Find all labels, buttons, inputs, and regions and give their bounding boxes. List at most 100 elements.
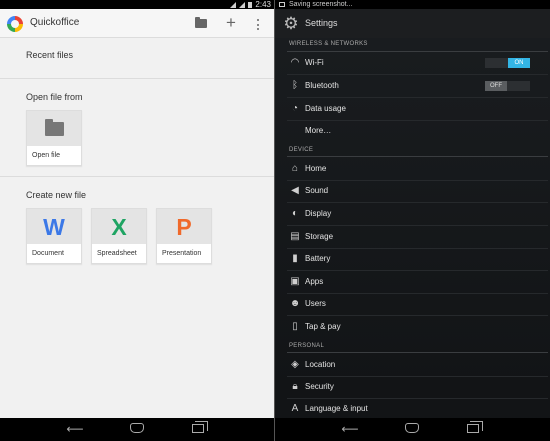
app-toolbar: Quickoffice +	[0, 9, 275, 38]
gear-icon[interactable]: ⚙	[283, 15, 299, 32]
document-icon: W	[43, 214, 65, 240]
settings-item-display[interactable]: ◐ Display	[275, 203, 550, 225]
settings-title: Settings	[305, 18, 338, 28]
settings-item-users[interactable]: ☻ Users	[275, 293, 550, 315]
settings-item-battery[interactable]: ▮ Battery	[275, 248, 550, 270]
settings-item-apps[interactable]: ▣ Apps	[275, 271, 550, 293]
lock-icon: 🔒︎	[292, 381, 298, 392]
status-bar: 2:43	[0, 0, 275, 9]
settings-item-label: Battery	[305, 254, 331, 263]
spreadsheet-icon: X	[111, 214, 127, 240]
document-label: Document	[32, 250, 64, 257]
status-time: 2:43	[255, 0, 271, 9]
settings-item-label: Data usage	[305, 104, 346, 113]
back-icon[interactable]: ⟵	[65, 423, 85, 435]
section-divider	[0, 176, 275, 177]
settings-item-label: Language & input	[305, 404, 368, 413]
settings-item-label: Home	[305, 164, 327, 173]
recent-files-heading[interactable]: Recent files	[26, 50, 73, 60]
settings-item-more[interactable]: More…	[275, 120, 550, 142]
settings-item-label: Bluetooth	[305, 81, 339, 90]
apps-icon: ▣	[290, 276, 300, 287]
home-button-icon[interactable]	[403, 423, 421, 435]
wifi-signal-icon	[230, 1, 237, 8]
toggle-state: ON	[508, 58, 530, 68]
bluetooth-icon: ᛒ	[292, 80, 298, 91]
recent-apps-icon[interactable]	[190, 421, 208, 435]
new-spreadsheet-card[interactable]: X Spreadsheet	[91, 208, 147, 264]
cell-signal-icon	[239, 1, 246, 8]
overflow-menu-icon[interactable]	[257, 19, 260, 30]
settings-item-label: Tap & pay	[305, 322, 341, 331]
settings-item-label: Display	[305, 209, 332, 218]
settings-item-language[interactable]: A Language & input	[275, 398, 550, 420]
settings-item-label: Location	[305, 360, 336, 369]
toggle-state: OFF	[485, 81, 507, 91]
users-icon: ☻	[289, 298, 301, 309]
settings-item-bluetooth[interactable]: ᛒ Bluetooth OFF	[275, 75, 550, 97]
home-button-icon[interactable]	[128, 423, 146, 435]
data-usage-icon: ◔	[291, 103, 299, 114]
create-new-file-heading: Create new file	[26, 190, 87, 200]
status-bar: Saving screenshot...	[275, 0, 550, 9]
settings-item-label: Users	[305, 299, 326, 308]
settings-item-security[interactable]: 🔒︎ Security	[275, 376, 550, 398]
screenshot-icon	[279, 2, 285, 7]
settings-action-bar: ⚙ Settings	[275, 9, 550, 38]
section-divider	[0, 78, 275, 79]
app-title: Quickoffice	[30, 17, 80, 28]
settings-item-home[interactable]: ⌂ Home	[275, 158, 550, 180]
wifi-icon: ◠	[290, 57, 300, 68]
settings-item-data-usage[interactable]: ◔ Data usage	[275, 98, 550, 120]
wifi-toggle[interactable]: ON	[485, 58, 530, 68]
card-thumbnail: X	[92, 209, 146, 244]
folder-icon	[45, 119, 64, 136]
navigation-bar: ⟵	[0, 418, 275, 441]
bluetooth-toggle[interactable]: OFF	[485, 81, 530, 91]
back-icon[interactable]: ⟵	[340, 423, 360, 435]
battery-status-icon	[248, 1, 253, 8]
add-icon[interactable]: +	[224, 14, 238, 32]
open-file-label: Open file	[32, 152, 61, 159]
card-thumbnail: W	[27, 209, 81, 244]
status-text: Saving screenshot...	[289, 1, 353, 8]
settings-item-location[interactable]: ◈ Location	[275, 354, 550, 376]
settings-item-label: Apps	[305, 277, 324, 286]
new-document-card[interactable]: W Document	[26, 208, 82, 264]
card-thumbnail: P	[157, 209, 211, 244]
quickoffice-logo-icon	[7, 16, 23, 32]
folder-icon[interactable]	[195, 17, 207, 28]
recent-apps-icon[interactable]	[465, 421, 483, 435]
battery-icon: ▮	[292, 253, 298, 264]
presentation-label: Presentation	[162, 250, 202, 257]
navigation-bar: ⟵	[275, 418, 550, 441]
location-icon: ◈	[291, 359, 299, 370]
presentation-icon: P	[176, 214, 192, 240]
settings-item-tap-pay[interactable]: ▯ Tap & pay	[275, 316, 550, 338]
sound-icon: ◀	[291, 185, 299, 196]
open-file-card[interactable]: Open file	[26, 110, 82, 166]
settings-item-label: Security	[305, 382, 334, 391]
tap-pay-icon: ▯	[292, 321, 298, 332]
section-header-device: DEVICE	[289, 147, 314, 153]
settings-item-label: Wi-Fi	[305, 58, 324, 67]
spreadsheet-label: Spreadsheet	[97, 250, 137, 257]
settings-item-storage[interactable]: ▤ Storage	[275, 226, 550, 248]
card-thumbnail	[27, 111, 81, 146]
open-file-from-heading: Open file from	[26, 92, 83, 102]
settings-item-wifi[interactable]: ◠ Wi-Fi ON	[275, 52, 550, 74]
quickoffice-pane: 2:43 Quickoffice + Recent files Open fil…	[0, 0, 275, 441]
section-header-wireless: WIRELESS & NETWORKS	[289, 41, 368, 47]
new-presentation-card[interactable]: P Presentation	[156, 208, 212, 264]
language-icon: A	[291, 403, 299, 414]
settings-item-label: More…	[305, 126, 332, 135]
settings-pane: Saving screenshot... ⚙ Settings WIRELESS…	[275, 0, 550, 441]
storage-icon: ▤	[290, 231, 300, 242]
section-header-personal: PERSONAL	[289, 343, 325, 349]
settings-item-sound[interactable]: ◀ Sound	[275, 180, 550, 202]
display-icon: ◐	[291, 208, 299, 219]
section-divider	[287, 352, 548, 353]
section-divider	[287, 156, 548, 157]
settings-item-label: Sound	[305, 186, 329, 195]
home-icon: ⌂	[291, 163, 299, 174]
